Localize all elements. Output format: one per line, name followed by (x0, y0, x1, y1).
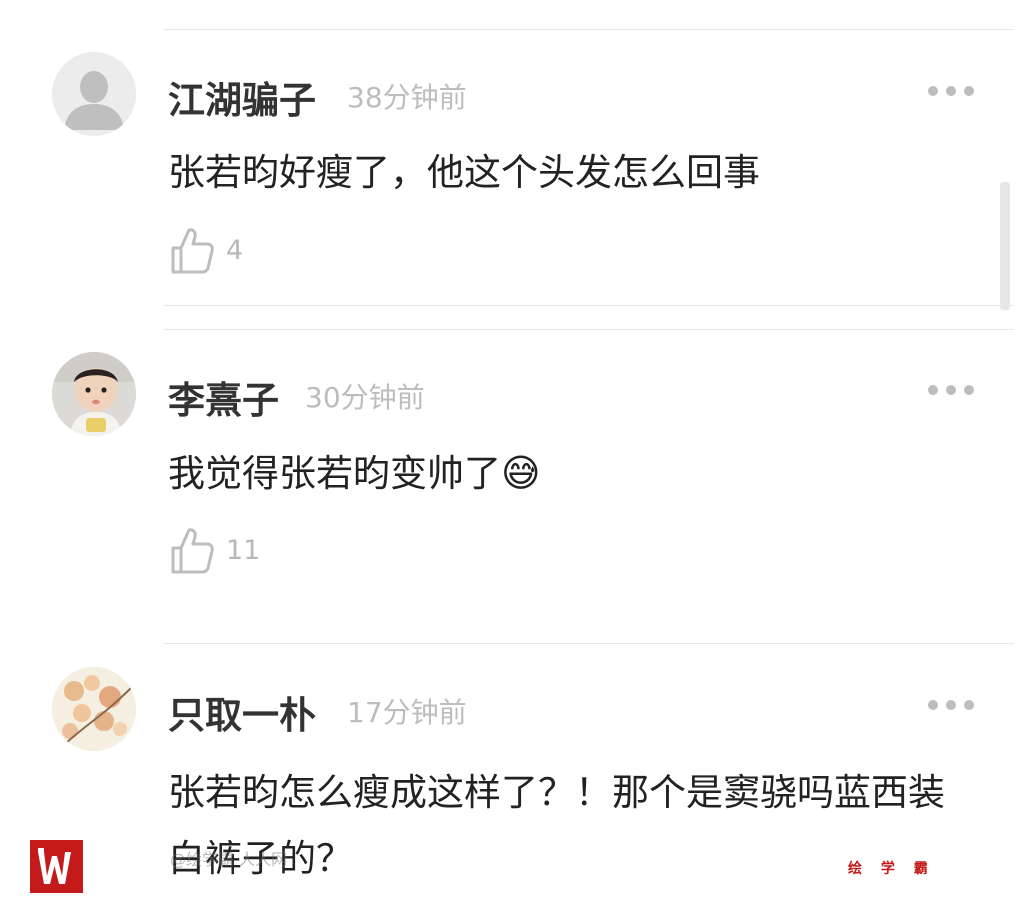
timestamp: 17分钟前 (347, 696, 467, 729)
comment-text-content: 我觉得张若昀变帅了 (168, 452, 501, 495)
like-count: 11 (226, 534, 261, 566)
brand-logo-icon (30, 840, 83, 893)
username[interactable]: 江湖骗子 (168, 70, 316, 124)
like-count: 4 (226, 234, 244, 266)
top-divider (163, 29, 1014, 30)
thumbs-up-icon (171, 528, 214, 574)
comment-text: 我觉得张若昀变帅了😅 (168, 444, 988, 503)
default-avatar-icon (52, 52, 136, 136)
brand-logo (30, 840, 83, 893)
comment-divider (163, 305, 1014, 306)
timestamp: 30分钟前 (305, 381, 425, 414)
like-button[interactable]: 4 (170, 225, 243, 275)
more-dots-icon[interactable] (928, 698, 974, 712)
brand-watermark-text: 绘 学 霸 (848, 861, 935, 877)
thumbs-up-icon (171, 228, 214, 274)
blossom-photo-avatar-icon (52, 667, 136, 751)
avatar[interactable] (52, 52, 136, 136)
more-dots-icon[interactable] (928, 84, 974, 98)
comment-text: 张若昀好瘦了，他这个头发怎么回事 (168, 151, 760, 194)
sweat-smile-emoji: 😅 (501, 451, 541, 495)
scrollbar[interactable] (1000, 182, 1010, 310)
avatar[interactable] (52, 352, 136, 436)
avatar[interactable] (52, 667, 136, 751)
like-button[interactable]: 11 (170, 525, 260, 575)
timestamp: 38分钟前 (347, 81, 467, 114)
comment-divider (163, 329, 1014, 330)
more-dots-icon[interactable] (928, 383, 974, 397)
username[interactable]: 李熹子 (168, 370, 279, 424)
baby-photo-avatar-icon (52, 352, 136, 436)
faint-watermark-text: @绘学霸 人人网 (170, 850, 288, 869)
username[interactable]: 只取一朴 (168, 685, 316, 739)
comment-divider (163, 643, 1014, 644)
